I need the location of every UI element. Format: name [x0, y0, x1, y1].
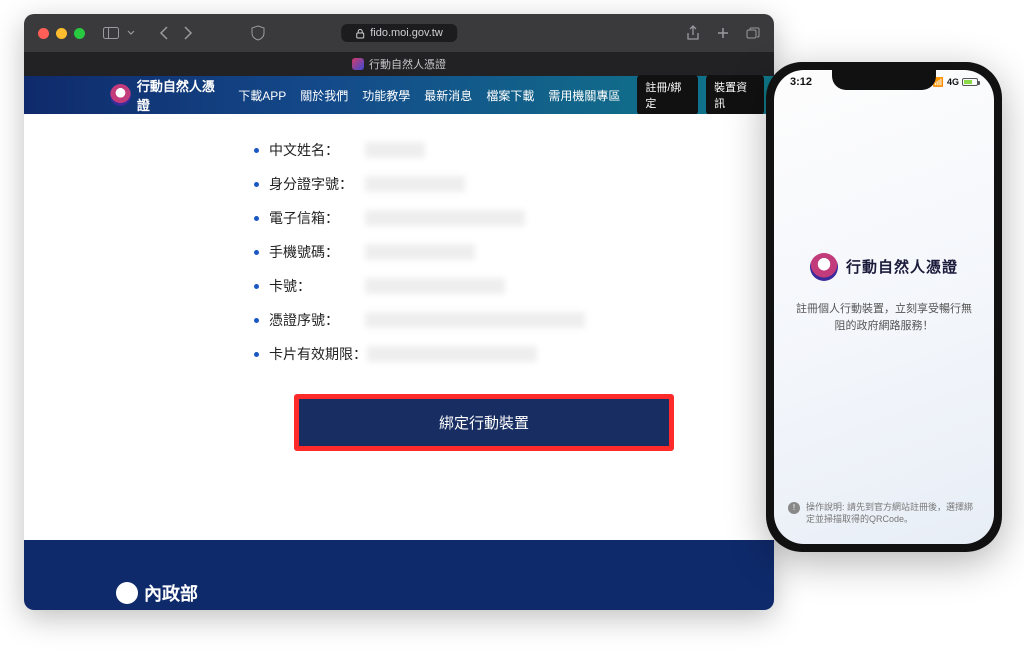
highlight-frame: 綁定行動裝置 — [294, 394, 674, 451]
app-logo-icon — [810, 253, 838, 281]
close-icon[interactable] — [38, 28, 49, 39]
field-email: 電子信箱： — [254, 208, 714, 228]
value-redacted — [365, 244, 475, 260]
chevron-down-icon[interactable] — [127, 29, 135, 37]
new-tab-icon[interactable] — [716, 25, 730, 41]
sidebar-toggle-icon[interactable] — [103, 27, 119, 39]
minimize-icon[interactable] — [56, 28, 67, 39]
favicon-icon — [352, 58, 364, 70]
site-brand[interactable]: 行動自然人憑證 — [110, 76, 223, 114]
value-redacted — [365, 312, 585, 328]
maximize-icon[interactable] — [74, 28, 85, 39]
app-description: 註冊個人行動裝置，立刻享受暢行無阻的政府網路服務！ — [792, 301, 976, 336]
info-icon: ! — [788, 502, 800, 514]
app-instruction: ! 操作說明: 請先到官方網站註冊後，選擇綁定並掃描取得的QRCode。 — [774, 501, 994, 534]
device-info-button[interactable]: 裝置資訊 — [706, 75, 764, 115]
site-header: 行動自然人憑證 下載APP 關於我們 功能教學 最新消息 檔案下載 需用機關專區… — [24, 76, 774, 114]
app-logo: 行動自然人憑證 — [810, 253, 958, 281]
nav-downloads[interactable]: 檔案下載 — [481, 87, 539, 104]
phone-notch — [832, 70, 936, 90]
field-id: 身分證字號： — [254, 174, 714, 194]
app-title: 行動自然人憑證 — [846, 256, 958, 277]
nav-about[interactable]: 關於我們 — [295, 87, 353, 104]
back-icon[interactable] — [159, 26, 169, 40]
battery-icon — [962, 78, 978, 86]
url-text: fido.moi.gov.tw — [370, 27, 443, 39]
titlebar: fido.moi.gov.tw — [24, 14, 774, 52]
value-redacted — [365, 142, 425, 158]
logo-icon — [110, 84, 131, 106]
nav-news[interactable]: 最新消息 — [419, 87, 477, 104]
footer-org: 內政部 — [144, 580, 198, 606]
nav-tutorial[interactable]: 功能教學 — [357, 87, 415, 104]
form-content: 中文姓名： 身分證字號： 電子信箱： 手機號碼： 卡號： 憑證序號： 卡片有效期… — [24, 114, 774, 530]
phone-mockup: 3:12 📶 4G 行動自然人憑證 註冊個人行動裝置，立刻享受暢行無阻的政府網路… — [766, 62, 1002, 552]
share-icon[interactable] — [686, 25, 700, 41]
field-phone: 手機號碼： — [254, 242, 714, 262]
forward-icon[interactable] — [183, 26, 193, 40]
signal-text: 4G — [947, 77, 959, 87]
value-redacted — [367, 346, 537, 362]
value-redacted — [365, 176, 465, 192]
traffic-lights — [38, 28, 85, 39]
field-name: 中文姓名： — [254, 140, 714, 160]
lock-icon — [355, 28, 365, 39]
bind-device-button[interactable]: 綁定行動裝置 — [299, 399, 669, 446]
register-bind-button[interactable]: 註冊/綁定 — [637, 75, 698, 115]
address-bar[interactable]: fido.moi.gov.tw — [341, 24, 457, 42]
privacy-shield-icon[interactable] — [251, 25, 265, 41]
field-card: 卡號： — [254, 276, 714, 296]
value-redacted — [365, 210, 525, 226]
instruction-text: 操作說明: 請先到官方網站註冊後，選擇綁定並掃描取得的QRCode。 — [806, 501, 980, 526]
tab-title[interactable]: 行動自然人憑證 — [369, 56, 446, 72]
status-time: 3:12 — [790, 76, 812, 88]
nav-agency[interactable]: 需用機關專區 — [543, 87, 625, 104]
tabs-icon[interactable] — [746, 25, 760, 41]
safari-window: fido.moi.gov.tw 行動自然人憑證 行動自然人憑證 下載APP 關於… — [24, 14, 774, 610]
site-footer: 內政部 — [24, 540, 774, 610]
tab-bar: 行動自然人憑證 — [24, 52, 774, 76]
field-cert: 憑證序號： — [254, 310, 714, 330]
value-redacted — [365, 278, 505, 294]
nav-download-app[interactable]: 下載APP — [233, 87, 291, 104]
field-expiry: 卡片有效期限： — [254, 344, 714, 364]
footer-logo-icon — [116, 582, 138, 604]
